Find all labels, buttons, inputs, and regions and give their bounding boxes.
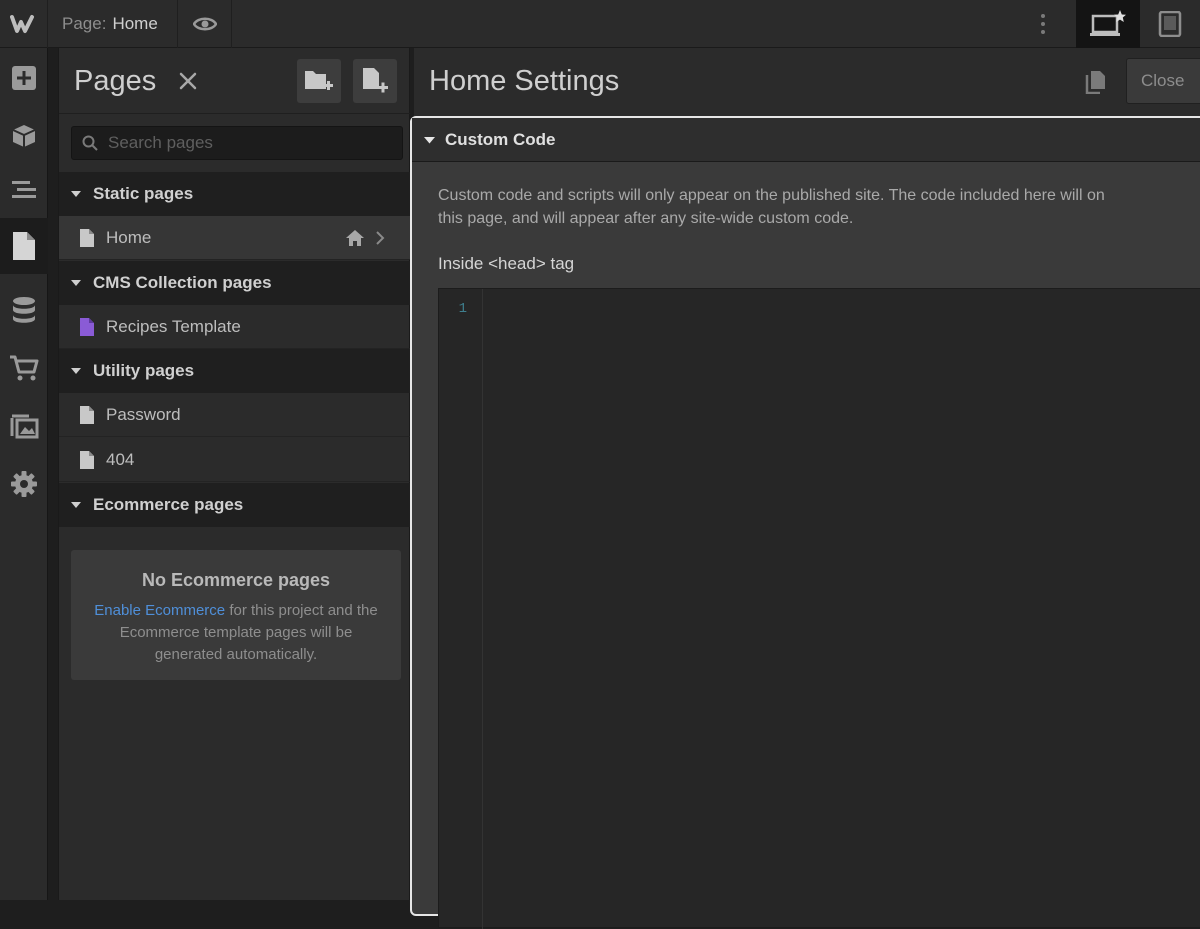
pages-panel: Pages Static pages Home CMS Collection p… [58,48,411,900]
caret-down-icon [71,368,81,374]
search-pages-input[interactable] [106,132,386,154]
custom-code-section: Custom Code Custom code and scripts will… [410,116,1200,929]
page-row-label: 404 [106,449,135,469]
head-code-editor[interactable]: 1 [438,288,1200,929]
tablet-icon [1158,11,1182,37]
close-settings-button[interactable]: Close [1126,58,1200,104]
device-desktop-button[interactable] [1076,0,1140,48]
add-icon [12,66,36,90]
gear-icon [11,471,37,497]
top-bar: Page: Home [0,0,1200,48]
rail-add-button[interactable] [0,50,48,106]
page-add-icon [363,68,388,93]
page-row-home[interactable]: Home [59,216,411,260]
rail-pages-button[interactable] [0,218,48,274]
webflow-logo-icon[interactable] [0,0,48,48]
duplicate-button[interactable] [1082,68,1110,96]
page-doc-icon [80,405,94,424]
section-label: CMS Collection pages [93,273,272,292]
rail-ecommerce-button[interactable] [0,340,48,396]
preview-button[interactable] [178,0,232,48]
pages-close-button[interactable] [177,70,199,92]
eye-icon [192,17,217,31]
section-cms-collection-pages[interactable]: CMS Collection pages [59,261,411,305]
cart-icon [10,355,39,381]
section-label: Static pages [93,184,194,203]
custom-code-title: Custom Code [445,129,556,149]
description-line-1: Custom code and scripts will only appear… [438,187,1105,204]
section-label: Ecommerce pages [93,495,244,514]
rail-navigator-button[interactable] [0,162,48,218]
page-row-label: Recipes Template [106,316,241,336]
add-page-button[interactable] [353,59,397,103]
settings-title: Home Settings [429,65,620,97]
navigator-icon [12,181,36,198]
pages-panel-header: Pages [59,48,411,114]
tool-rail [0,48,48,900]
desktop-star-icon [1090,10,1126,36]
page-row-password[interactable]: Password [59,393,411,437]
line-number-gutter: 1 [439,289,483,929]
rail-settings-button[interactable] [0,456,48,512]
page-doc-icon [80,450,94,469]
copy-icon [1085,71,1105,94]
rail-components-button[interactable] [0,108,48,164]
folder-add-icon [305,71,333,90]
page-doc-icon [80,228,94,247]
pages-title: Pages [74,65,157,97]
home-icon [346,230,364,246]
description-line-2: this page, and will appear after any sit… [438,210,854,227]
box-icon [12,125,36,147]
assets-icon [10,414,39,439]
page-row-label: Password [106,404,181,424]
kebab-icon [1041,14,1045,34]
close-icon [179,72,197,90]
rail-cms-button[interactable] [0,282,48,338]
page-label: Page: [62,14,107,33]
line-number: 1 [458,301,467,317]
empty-state-text: Enable Ecommerce for this project and th… [85,600,387,666]
ecommerce-empty-state: No Ecommerce pages Enable Ecommerce for … [71,550,401,680]
pages-icon [13,232,35,260]
section-label: Utility pages [93,361,195,380]
add-folder-button[interactable] [297,59,341,103]
head-code-label: Inside <head> tag [438,254,575,273]
cms-template-doc-icon [80,317,94,336]
caret-down-icon [71,191,81,197]
search-icon [82,135,98,151]
custom-code-description: Custom code and scripts will only appear… [438,184,1200,230]
database-icon [13,297,35,323]
rail-assets-button[interactable] [0,398,48,454]
section-static-pages[interactable]: Static pages [59,172,411,216]
section-ecommerce-pages[interactable]: Ecommerce pages [59,483,411,527]
page-value: Home [112,14,158,33]
empty-state-title: No Ecommerce pages [141,570,331,590]
page-row-404[interactable]: 404 [59,438,411,482]
caret-down-icon [71,280,81,286]
page-row-label: Home [106,227,152,247]
enable-ecommerce-link[interactable]: Enable Ecommerce [94,602,225,619]
device-tablet-button[interactable] [1140,0,1200,48]
page-row-recipes-template[interactable]: Recipes Template [59,305,411,349]
caret-down-icon [424,136,435,143]
section-utility-pages[interactable]: Utility pages [59,349,411,393]
chevron-right-icon[interactable] [375,230,385,246]
search-pages-box [71,126,403,160]
caret-down-icon [71,502,81,508]
custom-code-header[interactable]: Custom Code [412,118,1200,162]
current-page-indicator[interactable]: Page: Home [48,0,178,48]
more-options-button[interactable] [1020,0,1066,48]
